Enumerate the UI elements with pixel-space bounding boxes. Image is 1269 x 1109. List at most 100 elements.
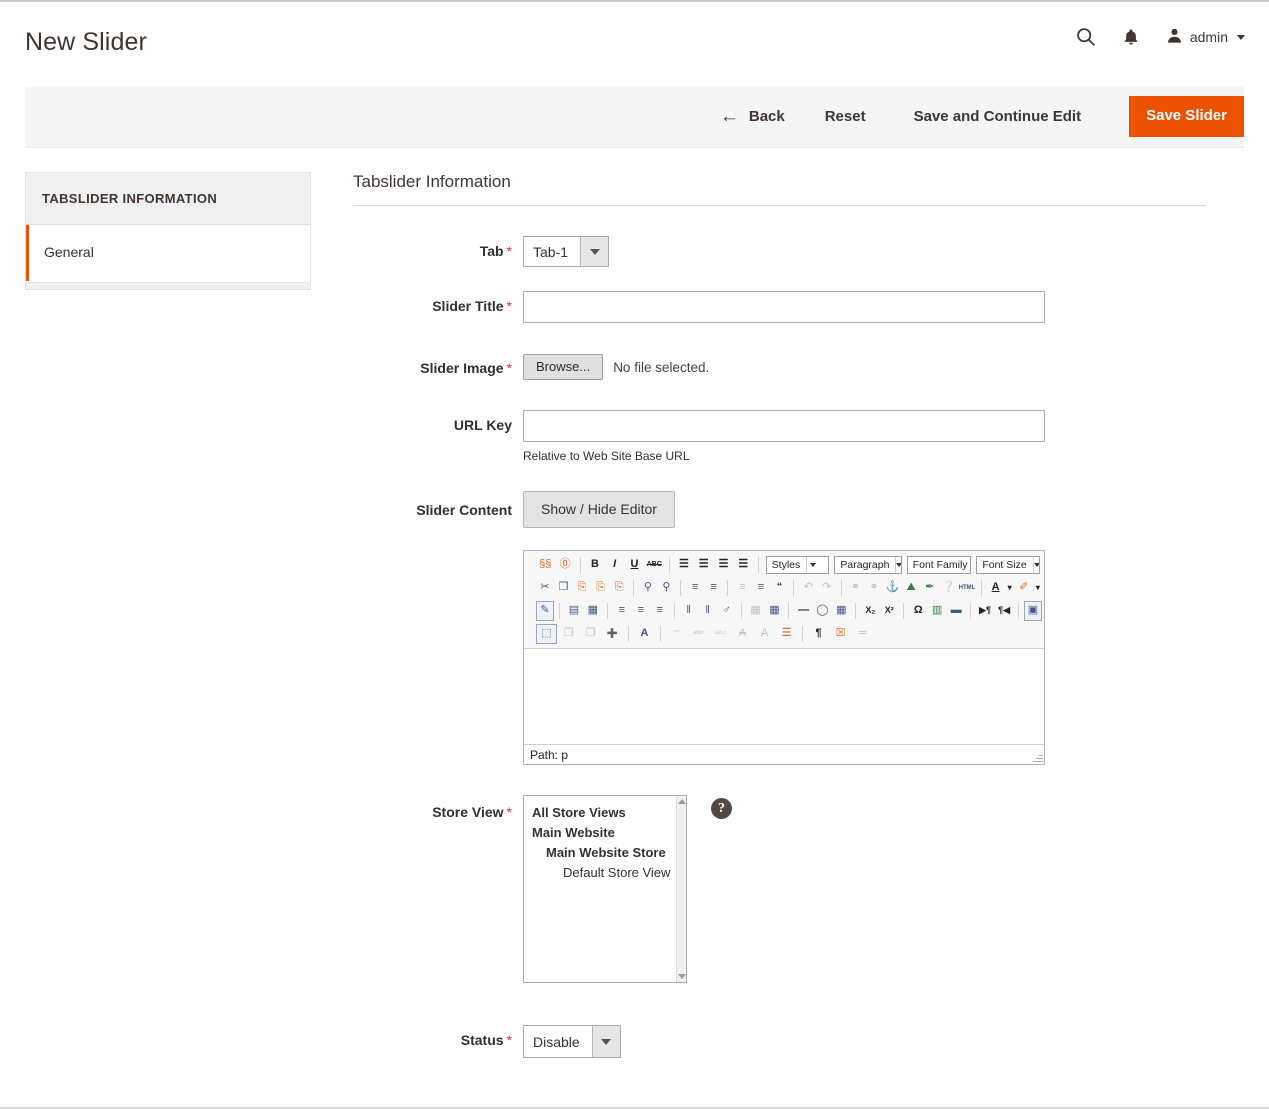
admin-user-menu[interactable]: admin bbox=[1166, 27, 1245, 47]
list-item[interactable]: Main Website bbox=[524, 823, 676, 843]
paste-icon[interactable]: ⎘ bbox=[573, 578, 591, 598]
status-select[interactable]: Disable bbox=[523, 1025, 621, 1058]
list-item[interactable]: Default Store View bbox=[524, 863, 676, 883]
table-cell-properties-icon[interactable]: ▦ bbox=[584, 601, 602, 621]
chevron-down-icon[interactable] bbox=[678, 974, 686, 979]
page-break-marker-icon[interactable]: ═ bbox=[852, 624, 873, 644]
insert-media-icon[interactable]: ▥ bbox=[928, 601, 946, 621]
chevron-up-icon[interactable] bbox=[678, 799, 686, 804]
reset-button[interactable]: Reset bbox=[825, 108, 866, 125]
list-item[interactable]: All Store Views bbox=[524, 803, 676, 823]
save-and-continue-edit-button[interactable]: Save and Continue Edit bbox=[914, 108, 1082, 125]
cut-icon[interactable]: ✂ bbox=[536, 578, 554, 598]
split-cells-icon[interactable]: ▦ bbox=[747, 601, 765, 621]
insert-column-after-icon[interactable]: ‖ bbox=[699, 601, 717, 621]
toggle-images-icon[interactable]: ☒ bbox=[830, 624, 851, 644]
outdent-icon[interactable]: ≡ bbox=[733, 578, 751, 598]
browse-button[interactable]: Browse... bbox=[523, 354, 603, 380]
insert-text-icon[interactable]: A bbox=[754, 624, 775, 644]
abbr-icon[interactable]: abbr bbox=[688, 624, 709, 644]
text-color-icon[interactable]: A bbox=[987, 578, 1005, 598]
subscript-icon[interactable]: X₂ bbox=[861, 601, 879, 621]
align-center-icon[interactable]: ☰ bbox=[694, 555, 713, 575]
numbered-list-icon[interactable]: ≡ bbox=[705, 578, 723, 598]
fullscreen-icon[interactable]: ▣ bbox=[1024, 601, 1042, 621]
blockquote-icon[interactable]: “ bbox=[771, 578, 789, 598]
cleanup-icon[interactable]: ✒ bbox=[921, 578, 939, 598]
redo-icon[interactable]: ↷ bbox=[818, 578, 836, 598]
insert-column-before-icon[interactable]: ‖ bbox=[680, 601, 698, 621]
align-left-icon[interactable]: ☰ bbox=[675, 555, 694, 575]
insert-page-break-icon[interactable]: ▬ bbox=[947, 601, 965, 621]
special-character-icon[interactable]: Ω bbox=[909, 601, 927, 621]
font-size-select[interactable]: Font Size bbox=[976, 556, 1040, 574]
link-icon[interactable]: ⚭ bbox=[847, 578, 865, 598]
anchor-icon[interactable]: ⚓ bbox=[884, 578, 902, 598]
help-icon[interactable]: ❔ bbox=[940, 578, 958, 598]
insert-layer-icon[interactable]: ❐ bbox=[558, 624, 579, 644]
show-invisible-chars-icon[interactable]: ¶ bbox=[808, 624, 829, 644]
remove-format-icon[interactable]: ◯ bbox=[813, 601, 831, 621]
delete-text-icon[interactable]: A bbox=[732, 624, 753, 644]
style-props-icon[interactable]: A bbox=[634, 624, 655, 644]
insert-row-before-icon[interactable]: ≡ bbox=[613, 601, 631, 621]
editor-resize-handle[interactable] bbox=[1032, 752, 1043, 763]
strikethrough-icon[interactable]: ABC bbox=[645, 555, 664, 575]
paragraph-format-select[interactable]: Paragraph bbox=[834, 556, 901, 574]
tab-select[interactable]: Tab-1 bbox=[523, 236, 609, 267]
attributes-icon[interactable]: ☰ bbox=[776, 624, 797, 644]
show-hide-editor-button[interactable]: Show / Hide Editor bbox=[523, 491, 675, 528]
acronym-icon[interactable]: a.b.c bbox=[710, 624, 731, 644]
text-color-dropdown-icon[interactable]: ▾ bbox=[1005, 578, 1014, 598]
underline-icon[interactable]: U bbox=[625, 555, 644, 575]
undo-icon[interactable]: ↶ bbox=[799, 578, 817, 598]
store-view-scrollbar[interactable] bbox=[676, 796, 686, 982]
url-key-input[interactable] bbox=[523, 410, 1045, 442]
insert-image-icon[interactable]: ⛰ bbox=[902, 578, 920, 598]
store-view-listbox[interactable]: All Store Views Main Website Main Websit… bbox=[523, 795, 687, 983]
spellcheck-toggle-icon[interactable]: §§ bbox=[536, 555, 555, 575]
styles-select[interactable]: Styles bbox=[766, 556, 830, 574]
bell-icon[interactable] bbox=[1122, 27, 1140, 47]
background-color-dropdown-icon[interactable]: ▾ bbox=[1034, 578, 1043, 598]
horizontal-rule-icon[interactable]: — bbox=[794, 601, 812, 621]
superscript-icon[interactable]: X² bbox=[880, 601, 898, 621]
search-icon[interactable] bbox=[1075, 26, 1096, 47]
table-row-properties-icon[interactable]: ▤ bbox=[565, 601, 583, 621]
find-replace-icon[interactable]: ⚲ bbox=[658, 578, 676, 598]
slider-title-input[interactable] bbox=[523, 291, 1045, 323]
find-icon[interactable]: ⚲ bbox=[639, 578, 657, 598]
add-layer-icon[interactable]: ➕ bbox=[602, 624, 623, 644]
visual-aid-icon[interactable]: ▦ bbox=[832, 601, 850, 621]
paste-as-text-icon[interactable]: ⎘ bbox=[592, 578, 610, 598]
align-justify-icon[interactable]: ☰ bbox=[734, 555, 753, 575]
rtl-icon[interactable]: ¶◀ bbox=[995, 601, 1013, 621]
ltr-icon[interactable]: ▶¶ bbox=[976, 601, 994, 621]
sidebar-item-general[interactable]: General bbox=[26, 225, 310, 282]
back-button[interactable]: ← Back bbox=[720, 107, 785, 126]
indent-icon[interactable]: ≡ bbox=[752, 578, 770, 598]
bold-icon[interactable]: B bbox=[586, 555, 605, 575]
list-item[interactable]: Main Website Store bbox=[524, 843, 676, 863]
copy-icon[interactable]: ❐ bbox=[555, 578, 573, 598]
bullet-list-icon[interactable]: ≡ bbox=[686, 578, 704, 598]
delete-row-icon[interactable]: ≡ bbox=[651, 601, 669, 621]
editor-content-area[interactable] bbox=[524, 649, 1044, 744]
paste-from-word-icon[interactable]: ⎘ bbox=[610, 578, 628, 598]
question-mark-icon[interactable]: ? bbox=[711, 798, 732, 819]
merge-cells-icon[interactable]: ▦ bbox=[766, 601, 784, 621]
html-source-icon[interactable]: HTML bbox=[958, 578, 976, 598]
quote-icon[interactable]: “” bbox=[666, 624, 687, 644]
unlink-icon[interactable]: ⚭ bbox=[865, 578, 883, 598]
edit-table-icon[interactable]: ✎ bbox=[536, 601, 554, 621]
italic-icon[interactable]: I bbox=[605, 555, 624, 575]
spellchecker-icon[interactable]: ⓪ bbox=[556, 555, 575, 575]
delete-column-icon[interactable]: ♂ bbox=[718, 601, 736, 621]
insert-row-after-icon[interactable]: ≡ bbox=[632, 601, 650, 621]
align-right-icon[interactable]: ☰ bbox=[714, 555, 733, 575]
background-color-icon[interactable]: ✐ bbox=[1015, 578, 1033, 598]
move-layer-icon[interactable]: ❐ bbox=[580, 624, 601, 644]
save-slider-button[interactable]: Save Slider bbox=[1129, 96, 1244, 138]
insert-widget-icon[interactable]: ⬚ bbox=[536, 624, 557, 644]
font-family-select[interactable]: Font Family bbox=[907, 556, 972, 574]
